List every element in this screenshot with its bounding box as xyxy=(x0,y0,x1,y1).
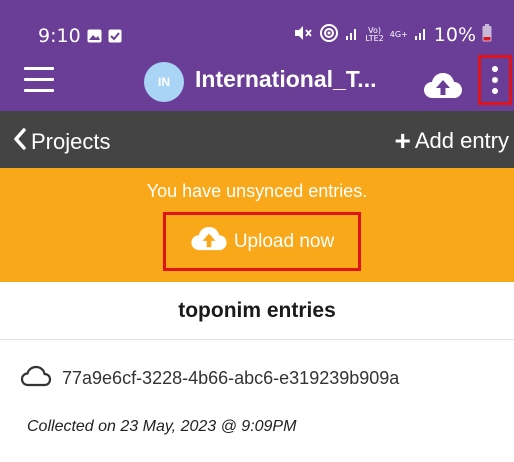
plus-icon: + xyxy=(394,125,411,156)
mute-icon xyxy=(293,25,313,45)
project-title[interactable]: International_T... xyxy=(195,66,376,93)
unsynced-message: You have unsynced entries. xyxy=(146,181,368,201)
back-label: Projects xyxy=(31,129,111,154)
entry-id-row: 77a9e6cf-3228-4b66-abc6-e319239b909a xyxy=(20,365,399,392)
entry-collected-date: Collected on 23 May, 2023 @ 9:09PM xyxy=(27,418,297,435)
cloud-outline-icon xyxy=(20,365,52,392)
chevron-left-icon xyxy=(13,128,27,156)
nav-bar: Projects + Add entry xyxy=(0,111,514,168)
network-label: Vo) LTE2 xyxy=(365,27,383,43)
section-title: toponim entries xyxy=(0,282,514,340)
entry-row[interactable]: 77a9e6cf-3228-4b66-abc6-e319239b909a Col… xyxy=(0,340,514,462)
app-bar: IN International_T... xyxy=(0,50,514,111)
status-bar: 9:10 Vo) LTE2 4G+ 10% xyxy=(0,0,514,50)
menu-icon[interactable] xyxy=(24,67,58,95)
add-entry-label: Add entry xyxy=(414,128,509,153)
more-vertical-icon xyxy=(492,66,498,72)
add-entry-button[interactable]: + Add entry xyxy=(394,125,509,156)
unsynced-banner: You have unsynced entries. Upload now xyxy=(0,168,514,282)
status-indicators: Vo) LTE2 4G+ 10% xyxy=(293,24,492,46)
photo-icon xyxy=(87,29,102,48)
avatar[interactable]: IN xyxy=(144,62,184,102)
battery-icon xyxy=(482,24,492,46)
cloud-upload-icon[interactable] xyxy=(424,73,462,104)
cloud-upload-icon xyxy=(190,226,228,257)
signal-label: 4G+ xyxy=(389,30,408,39)
back-to-projects-link[interactable]: Projects xyxy=(13,128,110,156)
network-bottom-label: LTE2 xyxy=(365,34,384,43)
status-time: 9:10 xyxy=(38,25,81,47)
signal-icon-2 xyxy=(414,26,428,45)
upload-now-label: Upload now xyxy=(233,230,335,252)
upload-now-button[interactable]: Upload now xyxy=(163,212,361,271)
check-square-icon xyxy=(108,29,122,48)
entry-id-text: 77a9e6cf-3228-4b66-abc6-e319239b909a xyxy=(62,368,400,388)
more-options-button[interactable] xyxy=(478,55,512,105)
battery-percent: 10% xyxy=(433,24,476,46)
signal-icon xyxy=(345,26,359,45)
wifi-icon xyxy=(319,24,339,46)
